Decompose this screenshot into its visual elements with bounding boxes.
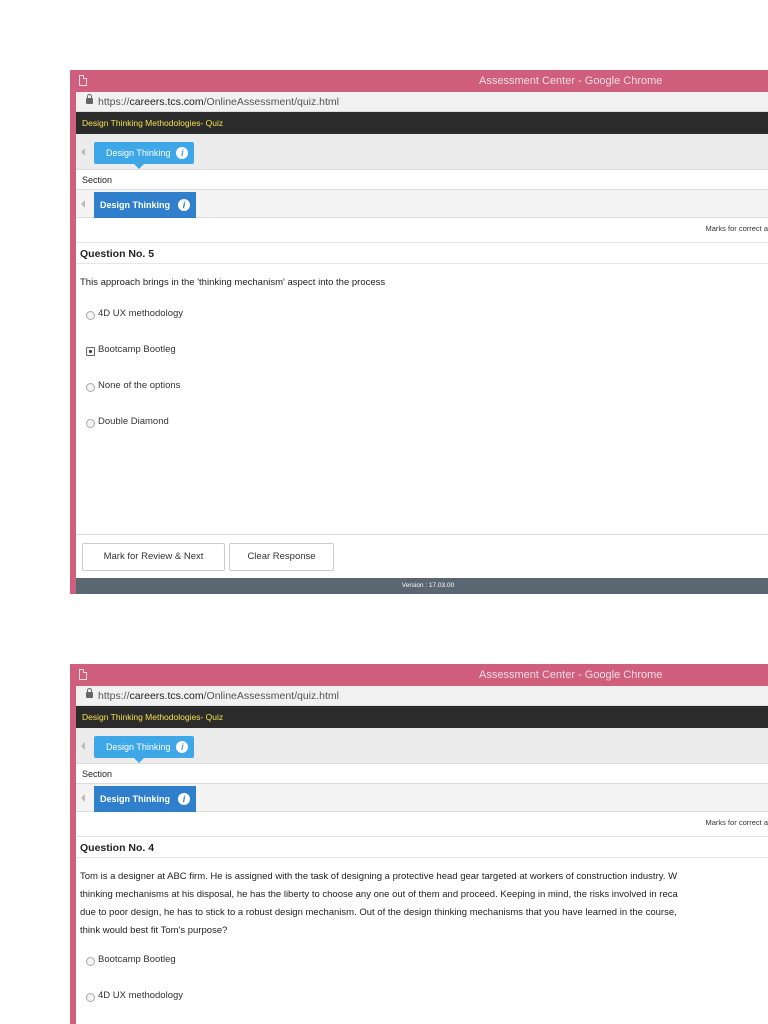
window-title: Assessment Center - Google Chrome [479,669,663,681]
question-line: Tom is a designer at ABC firm. He is ass… [80,871,678,882]
section-label: Section [76,764,768,784]
lock-icon [86,688,93,698]
section-tabs-bar: Design Thinking i [76,134,768,170]
options-list: 4D UX methodology Bootcamp Bootleg None … [76,298,768,442]
subsection-tabs-bar: Design Thinking i [76,190,768,218]
section-tabs-bar: Design Thinking i [76,728,768,764]
info-icon[interactable]: i [176,741,189,753]
option-label: None of the options [98,380,181,391]
options-list: Bootcamp Bootleg 4D UX methodology [76,944,768,1016]
radio-button[interactable] [86,311,95,320]
url-path: /OnlineAssessment/quiz.html [203,690,340,702]
radio-button[interactable] [86,383,95,392]
question-text: Tom is a designer at ABC firm. He is ass… [76,858,768,940]
radio-button-selected[interactable] [86,347,95,356]
screenshot-2: Assessment Center - Google Chrome https:… [70,664,768,1024]
window-title: Assessment Center - Google Chrome [479,75,663,87]
subsection-tab-design-thinking[interactable]: Design Thinking i [94,192,197,218]
url-text[interactable]: https://careers.tcs.com/OnlineAssessment… [98,96,339,108]
address-bar[interactable]: https://careers.tcs.com/OnlineAssessment… [76,92,768,112]
url-prefix: https:// [98,690,130,702]
scroll-left-icon[interactable] [81,794,85,802]
window-titlebar: Assessment Center - Google Chrome [70,70,768,92]
section-label: Section [76,170,768,190]
url-host: careers.tcs.com [129,690,204,702]
url-prefix: https:// [98,96,130,108]
info-icon[interactable]: i [178,199,191,211]
section-tab-design-thinking[interactable]: Design Thinking i [94,736,195,763]
option-item[interactable]: Bootcamp Bootleg [84,334,768,370]
url-host: careers.tcs.com [129,96,204,108]
version-bar: Version : 17.03.00 [76,578,768,594]
option-item[interactable]: Double Diamond [84,406,768,442]
radio-button[interactable] [86,957,95,966]
option-label: Bootcamp Bootleg [98,954,176,965]
url-text[interactable]: https://careers.tcs.com/OnlineAssessment… [98,690,339,702]
question-number: Question No. 4 [76,836,768,858]
clear-response-button[interactable]: Clear Response [229,543,334,571]
subsection-tab-design-thinking[interactable]: Design Thinking i [94,786,197,812]
section-tab-design-thinking[interactable]: Design Thinking i [94,142,195,169]
section-tab-label: Design Thinking [106,742,171,752]
mark-for-review-button[interactable]: Mark for Review & Next [82,543,225,571]
scroll-left-icon[interactable] [81,148,85,156]
scroll-left-icon[interactable] [81,200,85,208]
address-bar[interactable]: https://careers.tcs.com/OnlineAssessment… [76,686,768,706]
option-item[interactable]: 4D UX methodology [84,298,768,334]
subsection-tab-label: Design Thinking [100,794,171,804]
lock-icon [86,94,93,104]
question-line: due to poor design, he has to stick to a… [80,907,677,918]
radio-button[interactable] [86,993,95,1002]
info-icon[interactable]: i [178,793,191,805]
question-line: thinking mechanisms at his disposal, he … [80,889,678,900]
question-number: Question No. 5 [76,242,768,264]
browser-content: https://careers.tcs.com/OnlineAssessment… [76,92,768,594]
url-path: /OnlineAssessment/quiz.html [203,96,340,108]
option-item[interactable]: 4D UX methodology [84,980,768,1016]
subsection-tabs-bar: Design Thinking i [76,784,768,812]
marks-row: Marks for correct a [76,218,768,242]
version-text: Version : 17.03.00 [401,582,455,589]
window-titlebar: Assessment Center - Google Chrome [70,664,768,686]
option-label: Double Diamond [98,416,169,427]
marks-row: Marks for correct a [76,812,768,836]
marks-label: Marks for correct a [705,818,768,827]
document-icon [79,669,87,680]
action-bar: Mark for Review & Next Clear Response [76,534,768,578]
browser-content: https://careers.tcs.com/OnlineAssessment… [76,686,768,1024]
info-icon[interactable]: i [176,147,189,159]
option-item[interactable]: None of the options [84,370,768,406]
option-label: 4D UX methodology [98,308,184,319]
section-tab-label: Design Thinking [106,148,171,158]
quiz-title: Design Thinking Methodologies- Quiz [76,706,768,728]
document-icon [79,75,87,86]
option-label: Bootcamp Bootleg [98,344,176,355]
subsection-tab-label: Design Thinking [100,200,171,210]
question-line: think would best fit Tom's purpose? [80,925,228,936]
option-label: 4D UX methodology [98,990,184,1001]
marks-label: Marks for correct a [705,224,768,233]
question-text: This approach brings in the 'thinking me… [80,277,386,288]
scroll-left-icon[interactable] [81,742,85,750]
screenshot-1: Assessment Center - Google Chrome https:… [70,70,768,594]
option-item[interactable]: Bootcamp Bootleg [84,944,768,980]
quiz-title: Design Thinking Methodologies- Quiz [76,112,768,134]
radio-button[interactable] [86,419,95,428]
